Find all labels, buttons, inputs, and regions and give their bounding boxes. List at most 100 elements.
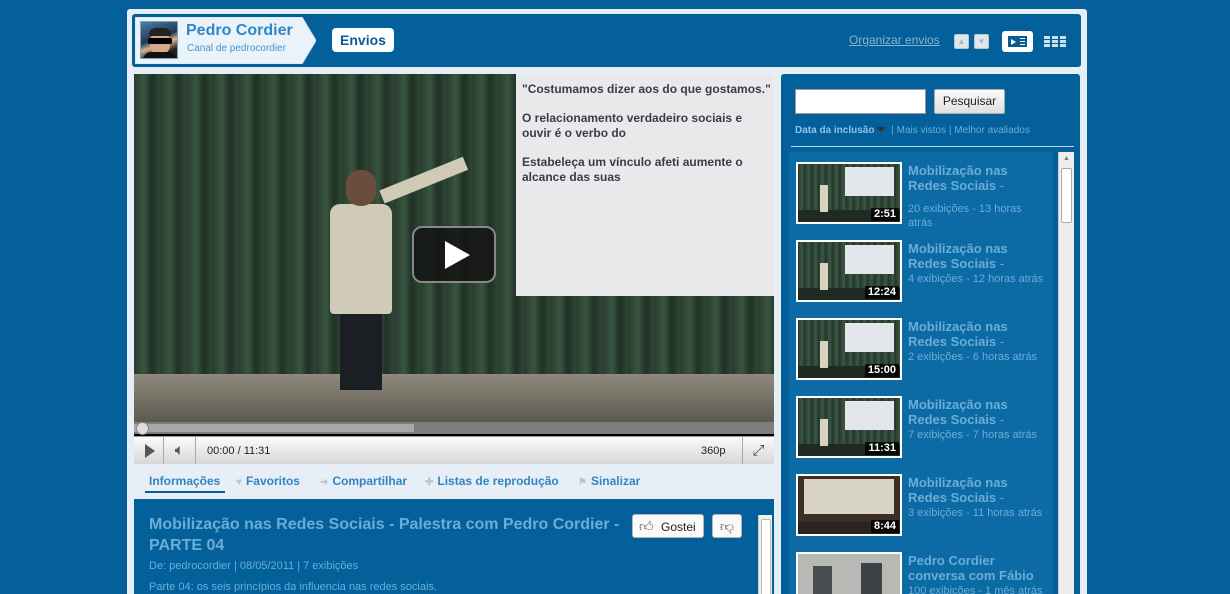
tab-listas[interactable]: ✚ Listas de reprodução (425, 474, 559, 488)
duration-badge: 12:24 (864, 286, 899, 299)
video-item-meta: 2 exibições - 6 horas atrás (908, 351, 1038, 363)
caret-down-icon (876, 127, 887, 132)
sort-most-viewed[interactable]: Mais vistos (897, 125, 946, 136)
play-icon (145, 444, 155, 458)
video-thumbnail[interactable]: 12:24 (796, 240, 902, 302)
video-thumbnail[interactable] (796, 552, 902, 594)
sort-bar: Data da inclusão | Mais vistos | Melhor … (795, 125, 1030, 136)
organize-uploads-link[interactable]: Organizar envios (849, 33, 940, 47)
volume-button[interactable]: 🔈︎ (164, 437, 196, 464)
video-info-panel: Mobilização nas Redes Sociais - Palestra… (134, 499, 774, 594)
slide-text: "Costumamos dizer aos do que gostamos." … (522, 82, 772, 185)
tab-favoritos[interactable]: ♥ Favoritos (236, 474, 300, 488)
video-frame[interactable]: "Costumamos dizer aos do que gostamos." … (134, 74, 774, 422)
channel-name[interactable]: Pedro Cordier (186, 22, 293, 40)
tab-label: Favoritos (245, 474, 300, 488)
slide-line: Estabeleça um vínculo afeti aumente o al… (522, 155, 743, 184)
active-tab-indicator (145, 491, 225, 493)
channel-profile[interactable]: Pedro Cordier Canal de pedrocordier (135, 17, 316, 64)
scrollbar-thumb[interactable] (761, 519, 771, 594)
avatar[interactable] (140, 21, 178, 59)
video-item-title[interactable]: Mobilização nas Redes Sociais - (908, 475, 1048, 505)
search-input[interactable] (795, 89, 926, 114)
video-item-title[interactable]: Mobilização nas Redes Sociais - (908, 397, 1048, 427)
play-icon (445, 241, 470, 269)
scrollbar-thumb[interactable] (1061, 168, 1072, 223)
time-display: 00:00 / 11:31 (207, 445, 271, 457)
move-down-button[interactable]: ▼ (974, 34, 989, 49)
video-description: Parte 04: os seis princípios da influenc… (149, 581, 437, 593)
list-item[interactable]: 11:31 Mobilização nas Redes Sociais - 7 … (796, 396, 1056, 466)
list-item[interactable]: 8:44 Mobilização nas Redes Sociais - 3 e… (796, 474, 1056, 544)
progress-handle[interactable] (136, 422, 149, 435)
uploads-sidebar: Pesquisar Data da inclusão | Mais vistos… (781, 74, 1080, 594)
video-list: 2:51 Mobilização nas Redes Sociais - 20 … (789, 152, 1053, 594)
duration-badge: 15:00 (864, 364, 899, 377)
divider (791, 146, 1074, 147)
video-meta: De: pedrocordier | 08/05/2011 | 7 exibiç… (149, 560, 359, 572)
channel-subtitle: Canal de pedrocordier (187, 43, 286, 54)
chevron-up-icon: ▲ (957, 37, 966, 46)
duration-badge: 2:51 (870, 208, 899, 221)
list-scrollbar[interactable]: ▲ (1058, 152, 1074, 594)
video-item-meta: 100 exibições - 1 mês atrás (908, 585, 1043, 594)
heart-icon: ♥ (236, 477, 242, 488)
video-item-title[interactable]: Mobilização nas Redes Sociais - (908, 319, 1048, 349)
fullscreen-icon: ⤢ (752, 442, 765, 459)
video-title: Mobilização nas Redes Sociais - Palestra… (149, 516, 620, 554)
search-button[interactable]: Pesquisar (934, 89, 1005, 114)
tab-sinalizar[interactable]: ⚑ Sinalizar (578, 474, 640, 488)
duration-badge: 8:44 (870, 520, 899, 533)
big-play-button[interactable] (412, 226, 496, 283)
slide-line: "Costumamos dizer aos do que gostamos." (522, 82, 771, 96)
move-up-button[interactable]: ▲ (954, 34, 969, 49)
video-item-title[interactable]: Pedro Cordier conversa com Fábio (908, 553, 1048, 583)
tab-informacoes[interactable]: Informações (149, 474, 220, 488)
list-item[interactable]: 2:51 Mobilização nas Redes Sociais - 20 … (796, 162, 1056, 232)
quality-selector[interactable]: 360p (701, 445, 725, 457)
like-label: Gostei (661, 520, 696, 534)
sort-date[interactable]: Data da inclusão (795, 125, 874, 136)
thumbs-down-icon: 👎︎ (719, 518, 735, 534)
chevron-down-icon: ▼ (977, 37, 986, 46)
video-thumbnail[interactable]: 11:31 (796, 396, 902, 458)
video-item-title[interactable]: Mobilização nas Redes Sociais - (908, 241, 1048, 271)
info-scrollbar[interactable] (758, 515, 772, 594)
video-thumbnail[interactable]: 2:51 (796, 162, 902, 224)
fullscreen-button[interactable]: ⤢ (742, 437, 774, 464)
video-item-title[interactable]: Mobilização nas Redes Sociais - (908, 163, 1048, 193)
tab-label: Listas de reprodução (437, 474, 559, 488)
dislike-button[interactable]: 👎︎ (712, 514, 742, 538)
video-item-meta: 20 exibições - 13 horas atrás (908, 203, 1022, 229)
player-controls: 🔈︎ 00:00 / 11:31 360p ⤢ (134, 436, 774, 464)
scroll-up-icon[interactable]: ▲ (1059, 152, 1074, 166)
video-item-meta: 4 exibições - 12 horas atrás (908, 273, 1044, 285)
speaker-icon: 🔈︎ (174, 442, 185, 459)
player-view-button[interactable] (1002, 31, 1033, 52)
video-thumbnail[interactable]: 8:44 (796, 474, 902, 536)
video-thumbnail[interactable]: 15:00 (796, 318, 902, 380)
tab-label: Sinalizar (590, 474, 641, 488)
duration-badge: 11:31 (865, 442, 899, 455)
share-arrow-icon: ➜ (320, 477, 329, 488)
play-button[interactable] (134, 437, 164, 464)
plus-icon: ✚ (425, 477, 434, 488)
speaker-figure (324, 156, 469, 390)
tab-compartilhar[interactable]: ➜ Compartilhar (320, 474, 407, 488)
list-item[interactable]: 12:24 Mobilização nas Redes Sociais - 4 … (796, 240, 1056, 310)
like-button[interactable]: 👍︎ Gostei (632, 514, 704, 538)
video-item-meta: 7 exibições - 7 horas atrás (908, 429, 1038, 441)
flag-icon: ⚑ (578, 477, 587, 488)
slide-line: O relacionamento verdadeiro sociais e ou… (522, 111, 743, 140)
sort-top-rated[interactable]: Melhor avaliados (954, 125, 1030, 136)
tab-envios[interactable]: Envios (332, 28, 394, 52)
list-item[interactable]: Pedro Cordier conversa com Fábio 100 exi… (796, 552, 1056, 594)
thumbs-up-icon: 👍︎ (639, 518, 654, 534)
grid-view-button[interactable] (1044, 36, 1066, 48)
video-player[interactable]: "Costumamos dizer aos do que gostamos." … (134, 74, 774, 464)
tab-label: Informações (149, 474, 221, 488)
list-item[interactable]: 15:00 Mobilização nas Redes Sociais - 2 … (796, 318, 1056, 388)
tab-label: Compartilhar (332, 474, 408, 488)
progress-bar[interactable] (134, 422, 774, 435)
video-item-meta: 3 exibições - 11 horas atrás (908, 507, 1043, 519)
